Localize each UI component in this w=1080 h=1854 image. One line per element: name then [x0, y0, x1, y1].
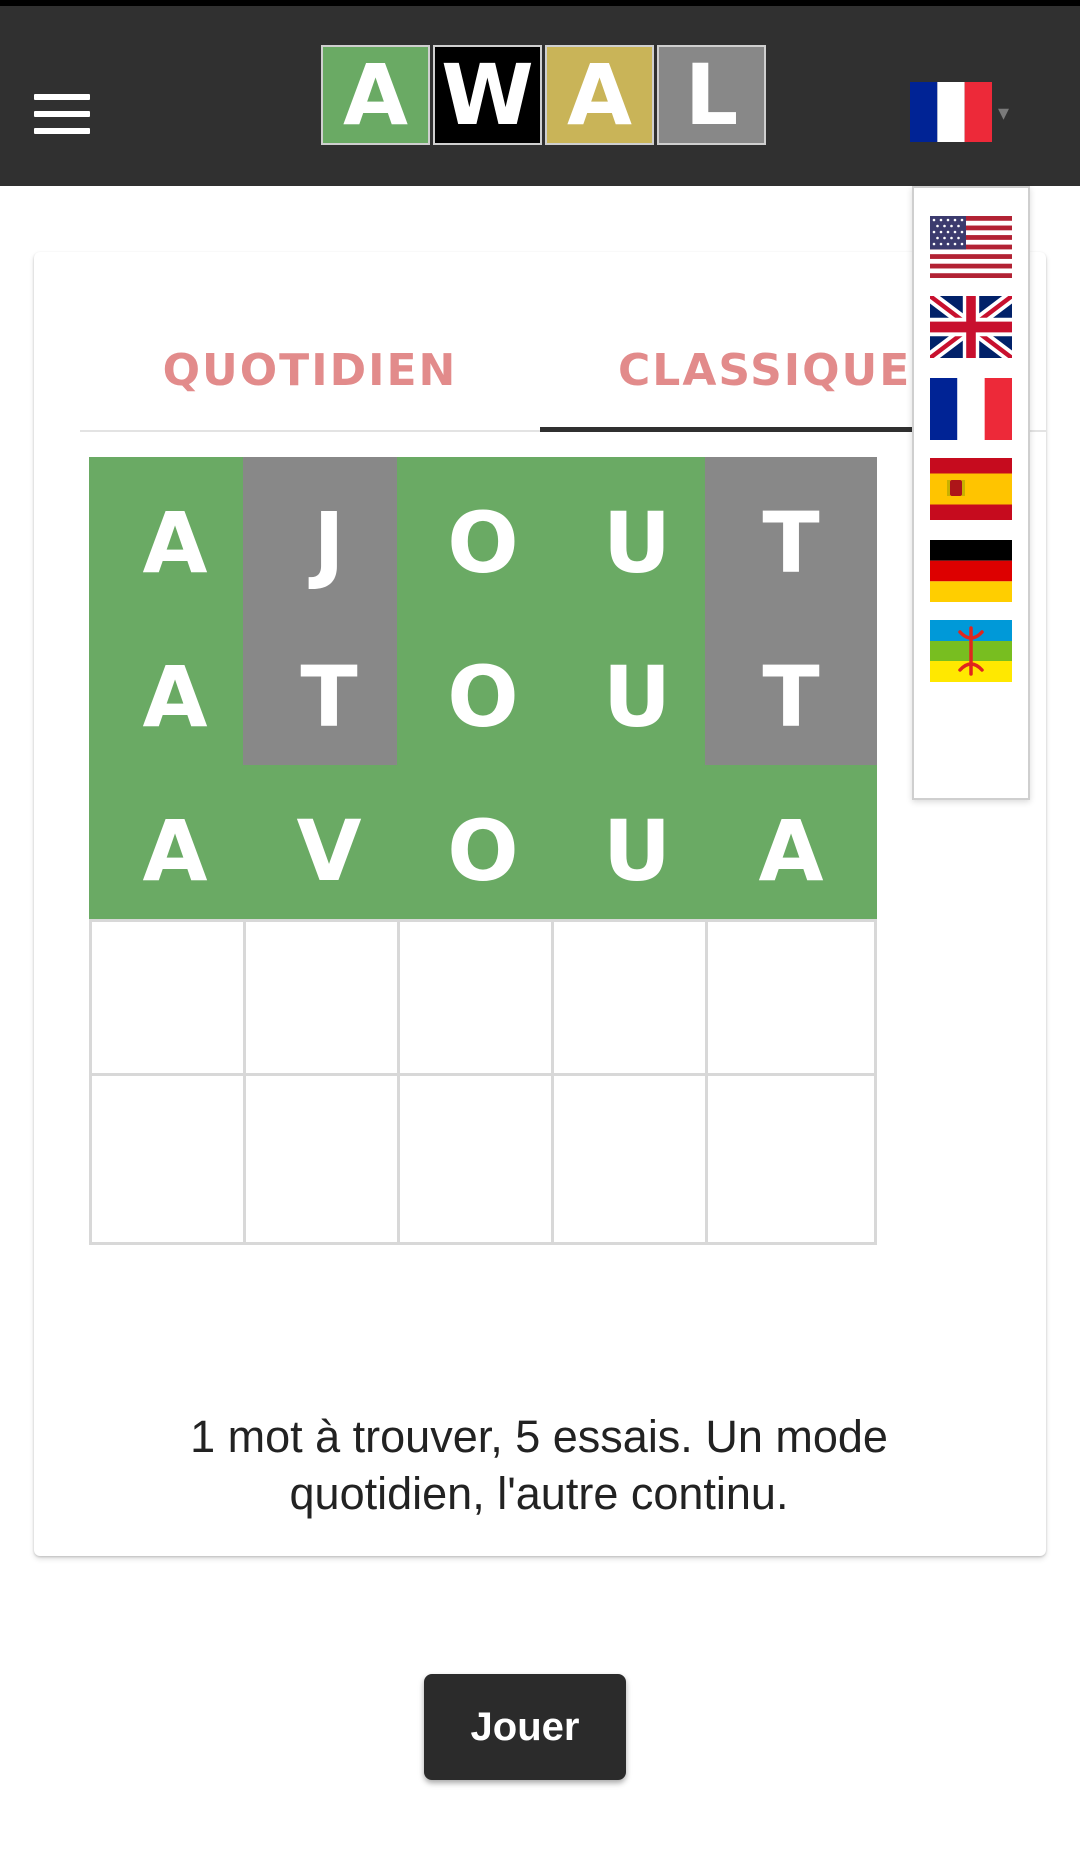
grid-cell-green: A [705, 765, 877, 937]
grid-cell-gray: T [705, 457, 877, 629]
language-option-ber[interactable] [930, 620, 1012, 682]
description-line-2: quotidien, l'autre continu. [289, 1468, 789, 1519]
mode-tabs: QUOTIDIEN CLASSIQUE [80, 312, 1050, 432]
germany-flag-icon [930, 540, 1012, 602]
grid-cell-green: O [397, 765, 569, 937]
grid-cell-empty [243, 919, 415, 1091]
language-selector-button[interactable]: ▾ [910, 76, 1020, 144]
grid-cell-empty [89, 1073, 261, 1245]
grid-cell-empty [397, 1073, 569, 1245]
chevron-down-icon: ▾ [998, 100, 1010, 125]
grid-cell-empty [705, 919, 877, 1091]
grid-cell-green: O [397, 457, 569, 629]
logo-letter: A [545, 45, 654, 145]
grid-cell-green: A [89, 765, 261, 937]
grid-cell-empty [243, 1073, 415, 1245]
grid-cell-green: O [397, 611, 569, 783]
france-flag-icon [910, 82, 992, 142]
grid-cell-gray: T [705, 611, 877, 783]
grid-cell-gray: T [243, 611, 415, 783]
amazigh-flag-icon [930, 620, 1012, 682]
grid-cell-green: U [551, 457, 723, 629]
game-preview-card: QUOTIDIEN CLASSIQUE AJOUTATOUTAVOUA 1 mo… [34, 252, 1046, 1556]
logo-letter: W [433, 45, 542, 145]
grid-cell-gray: J [243, 457, 415, 629]
grid-cell-empty [705, 1073, 877, 1245]
grid-cell-green: V [243, 765, 415, 937]
play-button[interactable]: Jouer [424, 1674, 626, 1780]
grid-cell-empty [89, 919, 261, 1091]
game-description: 1 mot à trouver, 5 essais. Un mode quoti… [94, 1408, 984, 1522]
language-dropdown-menu [912, 186, 1030, 800]
spain-flag-icon [930, 458, 1012, 520]
language-option-gb[interactable] [930, 296, 1012, 358]
grid-cell-green: U [551, 611, 723, 783]
grid-cell-empty [551, 919, 723, 1091]
description-line-1: 1 mot à trouver, 5 essais. Un mode [190, 1411, 888, 1462]
language-option-de[interactable] [930, 540, 1012, 602]
grid-cell-green: A [89, 611, 261, 783]
grid-cell-green: U [551, 765, 723, 937]
usa-flag-icon [930, 216, 1012, 278]
app-header: AWAL ▾ [0, 6, 1080, 186]
france-flag-icon [930, 378, 1012, 440]
grid-cell-empty [551, 1073, 723, 1245]
logo-letter: L [657, 45, 766, 145]
hamburger-menu-icon[interactable] [34, 94, 90, 138]
grid-cell-empty [397, 919, 569, 1091]
tab-daily[interactable]: QUOTIDIEN [80, 312, 540, 428]
language-option-es[interactable] [930, 458, 1012, 520]
uk-flag-icon [930, 296, 1012, 358]
language-option-us[interactable] [930, 216, 1012, 278]
grid-cell-green: A [89, 457, 261, 629]
logo-letter: A [321, 45, 430, 145]
language-option-fr[interactable] [930, 378, 1012, 440]
awal-logo: AWAL [321, 45, 766, 145]
